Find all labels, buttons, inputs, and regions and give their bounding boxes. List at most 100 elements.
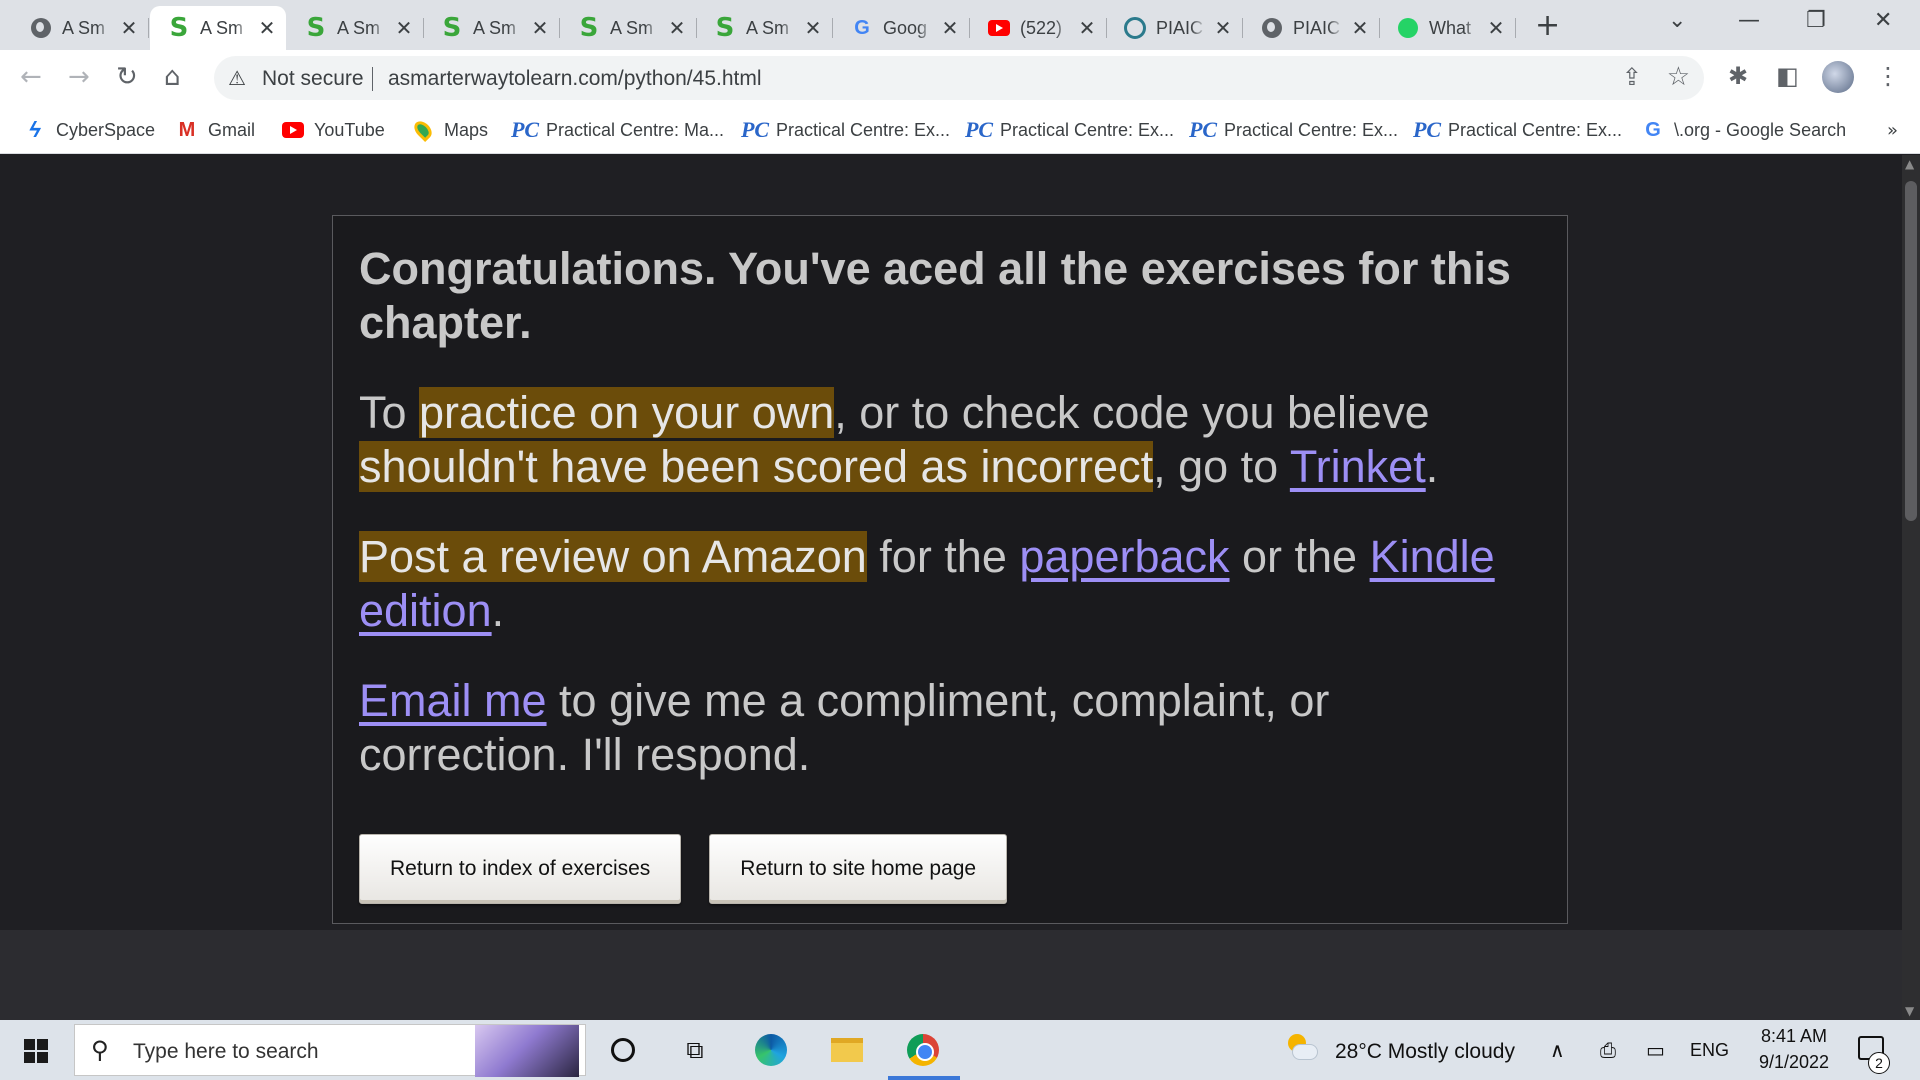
review-paragraph: Post a review on Amazon for the paperbac… bbox=[359, 530, 1541, 638]
chrome-icon[interactable] bbox=[906, 1033, 940, 1067]
close-icon[interactable]: ✕ bbox=[531, 16, 549, 40]
url-text[interactable]: asmarterwaytolearn.com/python/45.html bbox=[388, 67, 762, 91]
close-icon[interactable]: ✕ bbox=[120, 16, 138, 40]
google-icon: G bbox=[854, 16, 870, 39]
scroll-up-arrow-icon[interactable]: ▲ bbox=[1905, 157, 1914, 171]
scroll-thumb[interactable] bbox=[1905, 181, 1917, 521]
trinket-link[interactable]: Trinket bbox=[1290, 441, 1426, 492]
address-bar[interactable]: ⚠ Not secure asmarterwaytolearn.com/pyth… bbox=[214, 56, 1704, 100]
bookmark-google-search[interactable]: G \.org - Google Search bbox=[1642, 116, 1846, 144]
scroll-down-arrow-icon[interactable]: ▼ bbox=[1905, 1004, 1914, 1018]
side-panel-icon[interactable]: ◧ bbox=[1776, 62, 1799, 90]
tab-7[interactable]: G Goog ✕ bbox=[833, 6, 970, 50]
back-button[interactable]: ← bbox=[20, 62, 42, 92]
close-icon[interactable]: ✕ bbox=[804, 16, 822, 40]
bookmark-youtube[interactable]: YouTube bbox=[282, 116, 385, 144]
close-icon[interactable]: ✕ bbox=[1214, 16, 1232, 40]
bookmark-practical-centre-4[interactable]: PC Practical Centre: Ex... bbox=[1189, 116, 1399, 144]
text: . bbox=[1425, 441, 1439, 492]
language-indicator[interactable]: ENG bbox=[1690, 1040, 1729, 1061]
menu-kebab-icon[interactable]: ⋮ bbox=[1876, 62, 1900, 90]
tab-4[interactable]: S A Sm ✕ bbox=[423, 6, 560, 50]
tab-1[interactable]: A Sm ✕ bbox=[12, 6, 149, 50]
tab-8[interactable]: (522) ✕ bbox=[970, 6, 1107, 50]
home-button[interactable]: ⌂ bbox=[164, 62, 181, 92]
bookmarks-overflow-button[interactable]: » bbox=[1887, 120, 1898, 141]
tab-5[interactable]: S A Sm ✕ bbox=[560, 6, 697, 50]
taskbar-search-input[interactable]: ⚲ Type here to search bbox=[74, 1024, 586, 1077]
close-icon[interactable]: ✕ bbox=[258, 16, 276, 40]
maps-icon bbox=[410, 117, 436, 143]
search-placeholder: Type here to search bbox=[133, 1040, 319, 1063]
tab-3[interactable]: S A Sm ✕ bbox=[287, 6, 424, 50]
close-icon[interactable]: ✕ bbox=[1078, 16, 1096, 40]
text: , go to bbox=[1153, 441, 1290, 492]
edge-icon[interactable] bbox=[754, 1033, 788, 1067]
page-scrollbar[interactable]: ▲ ▼ bbox=[1902, 155, 1920, 1020]
bookmark-practical-centre-1[interactable]: PC Practical Centre: Ma... bbox=[511, 116, 724, 144]
security-label[interactable]: Not secure bbox=[262, 67, 364, 91]
close-icon[interactable]: ✕ bbox=[941, 16, 959, 40]
tab-11[interactable]: What ✕ bbox=[1379, 6, 1516, 50]
chevron-up-icon[interactable]: ∧ bbox=[1550, 1038, 1565, 1062]
file-explorer-icon[interactable] bbox=[830, 1033, 864, 1067]
practice-paragraph: To practice on your own, or to check cod… bbox=[359, 386, 1541, 494]
bookmark-label: Practical Centre: Ex... bbox=[1224, 119, 1399, 140]
forward-button[interactable]: → bbox=[68, 62, 90, 92]
bookmarks-bar: ϟ CyberSpace M Gmail YouTube Maps PC Pra… bbox=[0, 106, 1920, 154]
text: . bbox=[491, 585, 505, 636]
close-icon[interactable]: ✕ bbox=[395, 16, 413, 40]
battery-icon[interactable]: ▭ bbox=[1646, 1038, 1665, 1062]
completion-panel: Congratulations. You've aced all the exe… bbox=[332, 215, 1568, 924]
return-to-home-button[interactable]: Return to site home page bbox=[709, 834, 1008, 904]
bookmark-maps[interactable]: Maps bbox=[410, 116, 488, 144]
minimize-button[interactable]: — bbox=[1738, 8, 1760, 33]
tab-9[interactable]: PIAIC ✕ bbox=[1106, 6, 1243, 50]
s-site-icon: S bbox=[442, 13, 462, 43]
weather-text[interactable]: 28°C Mostly cloudy bbox=[1335, 1040, 1515, 1064]
star-icon[interactable]: ☆ bbox=[1667, 62, 1690, 92]
tab-6[interactable]: S A Sm ✕ bbox=[696, 6, 833, 50]
cortana-icon[interactable] bbox=[606, 1033, 640, 1067]
new-tab-button[interactable]: + bbox=[1535, 8, 1560, 43]
clock-time[interactable]: 8:41 AM bbox=[1754, 1026, 1834, 1047]
search-highlight-chess-image[interactable] bbox=[475, 1025, 579, 1077]
bookmark-practical-centre-3[interactable]: PC Practical Centre: Ex... bbox=[964, 116, 1174, 144]
bookmark-cyberspace[interactable]: ϟ CyberSpace bbox=[24, 116, 155, 144]
tab-10[interactable]: PIAIC ✕ bbox=[1243, 6, 1380, 50]
paperback-link[interactable]: paperback bbox=[1019, 531, 1229, 582]
page-footer-band bbox=[0, 930, 1902, 1020]
tab-label: What bbox=[1429, 17, 1472, 38]
pc-icon: PC bbox=[964, 117, 994, 142]
bookmark-label: CyberSpace bbox=[56, 119, 156, 140]
bookmark-practical-centre-2[interactable]: PC Practical Centre: Ex... bbox=[741, 116, 950, 144]
bookmark-gmail[interactable]: M Gmail bbox=[176, 116, 255, 144]
avatar[interactable] bbox=[1822, 61, 1854, 93]
weather-icon[interactable] bbox=[1284, 1034, 1318, 1064]
meet-now-icon[interactable]: ⎙ bbox=[1600, 1038, 1616, 1062]
share-icon[interactable]: ⇪ bbox=[1622, 63, 1642, 91]
s-site-icon: S bbox=[579, 13, 599, 43]
close-icon[interactable]: ✕ bbox=[1351, 16, 1369, 40]
bookmark-practical-centre-5[interactable]: PC Practical Centre: Ex... bbox=[1412, 116, 1622, 144]
return-to-index-button[interactable]: Return to index of exercises bbox=[359, 834, 682, 904]
task-view-icon[interactable]: ⧉ bbox=[678, 1033, 712, 1067]
tab-2-active[interactable]: S A Sm ✕ bbox=[150, 6, 286, 50]
globe-icon bbox=[30, 17, 52, 39]
highlighted-text: shouldn't have been scored as incorrect bbox=[359, 441, 1154, 492]
restore-button[interactable]: ❐ bbox=[1806, 8, 1826, 33]
close-icon[interactable]: ✕ bbox=[668, 16, 686, 40]
warning-icon[interactable]: ⚠ bbox=[228, 66, 246, 90]
clock-date[interactable]: 9/1/2022 bbox=[1748, 1052, 1840, 1073]
reload-button[interactable]: ↻ bbox=[116, 62, 138, 92]
tab-search-icon[interactable]: ⌄ bbox=[1668, 8, 1686, 33]
tab-label: A Sm bbox=[746, 17, 790, 38]
extensions-icon[interactable]: ✱ bbox=[1728, 62, 1748, 90]
pc-icon: PC bbox=[1412, 117, 1442, 142]
close-window-button[interactable]: ✕ bbox=[1874, 8, 1892, 33]
text: or the bbox=[1229, 531, 1370, 582]
windows-start-icon[interactable] bbox=[24, 1039, 48, 1063]
close-icon[interactable]: ✕ bbox=[1487, 16, 1505, 40]
email-me-link[interactable]: Email me bbox=[359, 675, 547, 726]
tab-label: A Sm bbox=[610, 17, 654, 38]
